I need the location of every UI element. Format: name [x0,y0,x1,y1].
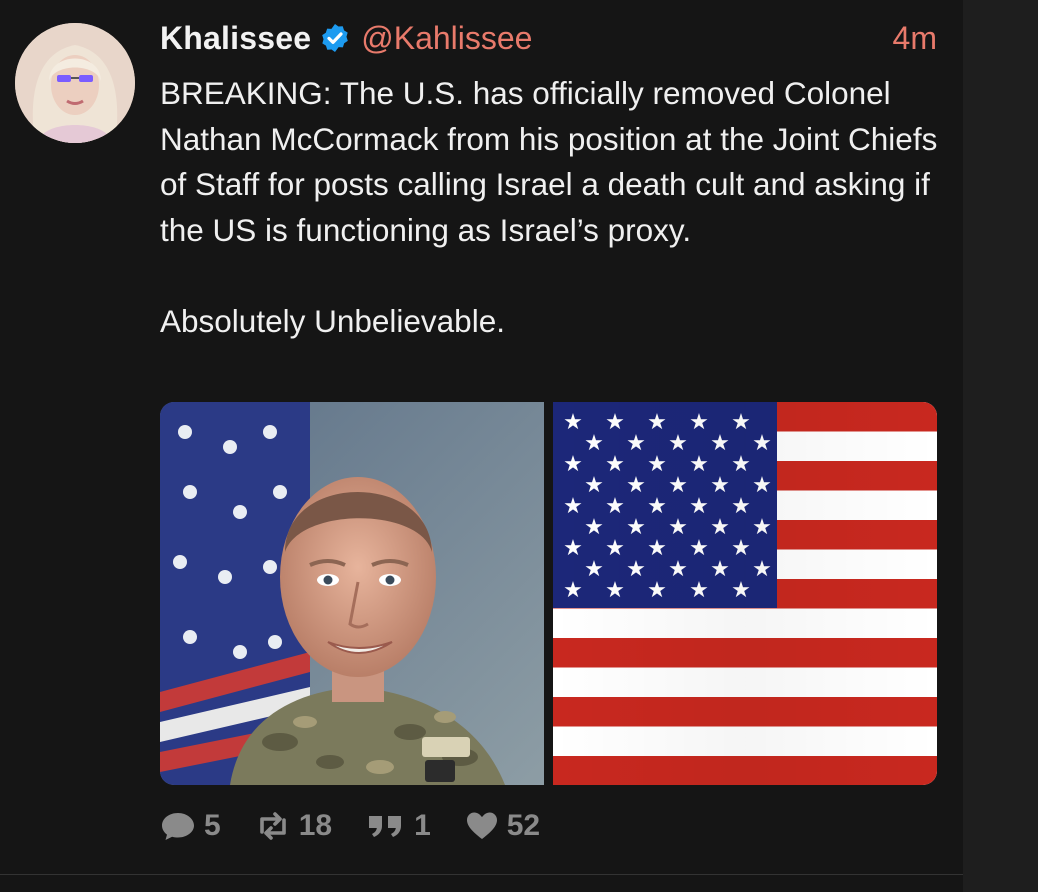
display-name[interactable]: Khalissee [160,20,311,57]
media-photo-soldier[interactable] [160,402,544,785]
repost-arrows-icon [259,812,286,840]
post-text: BREAKING: The U.S. has officially remove… [160,75,938,339]
quote-marks-icon [369,816,402,837]
avatar-image [15,23,135,143]
right-gutter [963,0,1038,892]
heart-icon [466,812,497,839]
us-flag-image: ★ ★ ★ ★ ★ ★ ★ ★ ★ ★ ★ ★ ★ ★ ★ ★ ★ ★ ★ ★ ★ ★ ★ ★ ★ ★ ★ ★ ★ ★ ★ ★ ★ ★… [553,402,937,785]
soldier-portrait-image [160,402,544,785]
author-handle[interactable]: @Kahlissee [361,20,532,57]
reply-button[interactable]: 5 [160,809,221,843]
verified-badge-icon [322,24,349,52]
post-timestamp[interactable]: 4m [893,20,937,57]
repost-count: 18 [298,809,333,842]
reply-count: 5 [204,809,221,842]
media-photo-flag[interactable]: ★ ★ ★ ★ ★ ★ ★ ★ ★ ★ ★ ★ ★ ★ ★ ★ ★ ★ ★ ★ ★ ★ ★ ★ ★ ★ ★ ★ ★ ★ ★ ★ ★ ★… [553,402,937,785]
quote-count: 1 [414,809,431,842]
divider [0,874,963,875]
avatar[interactable] [15,23,135,143]
like-count: 52 [506,809,541,842]
post-header: Khalissee @Kahlissee 4m [160,17,937,59]
media-gallery: ★ ★ ★ ★ ★ ★ ★ ★ ★ ★ ★ ★ ★ ★ ★ ★ ★ ★ ★ ★ ★ ★ ★ ★ ★ ★ ★ ★ ★ ★ ★ ★ ★ ★… [160,402,937,785]
repost-button[interactable]: 18 [255,809,332,843]
speech-bubble-icon [162,813,194,840]
post-actions: 5 18 1 52 [160,806,540,846]
like-button[interactable]: 52 [465,809,540,843]
quote-button[interactable]: 1 [366,809,431,843]
